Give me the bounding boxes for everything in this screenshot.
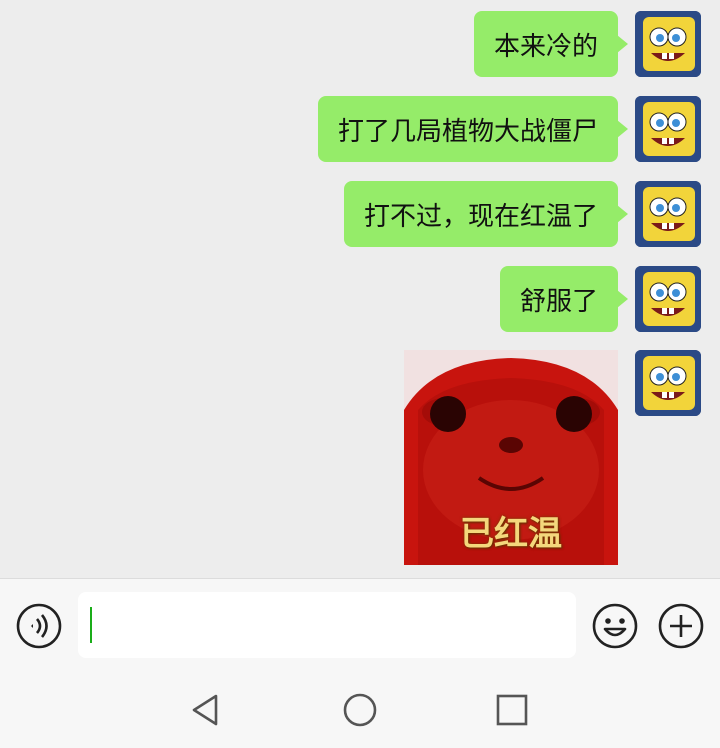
emoji-button[interactable] [592, 603, 638, 649]
home-button[interactable] [340, 690, 380, 730]
message-input[interactable] [78, 592, 576, 658]
avatar[interactable] [635, 266, 701, 332]
plus-button[interactable] [658, 603, 704, 649]
message-row: 打不过，现在红温了 [0, 181, 720, 247]
recents-button[interactable] [492, 690, 532, 730]
message-bubble[interactable]: 本来冷的 [473, 11, 629, 77]
sticker-image[interactable]: 已红温 [404, 350, 618, 565]
message-bubble[interactable]: 舒服了 [499, 266, 629, 332]
back-triangle-icon [192, 694, 218, 726]
message-row: 舒服了 [0, 266, 720, 332]
chat-area[interactable]: 本来冷的 打了几局植物大战僵尸 打不过，现在红温了 舒服了 已红温 [0, 0, 720, 578]
message-row: 本来冷的 [0, 11, 720, 77]
sticker-caption: 已红温 [460, 514, 562, 554]
recents-square-icon [496, 694, 528, 726]
avatar[interactable] [635, 181, 701, 247]
emoji-icon [592, 603, 638, 649]
message-bubble[interactable]: 打不过，现在红温了 [343, 181, 629, 247]
input-bar [0, 578, 720, 670]
avatar[interactable] [635, 96, 701, 162]
back-button[interactable] [186, 690, 226, 730]
message-row: 打了几局植物大战僵尸 [0, 96, 720, 162]
avatar[interactable] [635, 350, 701, 416]
voice-icon [16, 603, 62, 649]
text-caret [90, 607, 92, 643]
message-bubble[interactable]: 打了几局植物大战僵尸 [317, 96, 629, 162]
plus-icon [658, 603, 704, 649]
avatar[interactable] [635, 11, 701, 77]
voice-button[interactable] [16, 603, 62, 649]
home-circle-icon [343, 693, 377, 727]
system-navigation-bar [0, 670, 720, 748]
